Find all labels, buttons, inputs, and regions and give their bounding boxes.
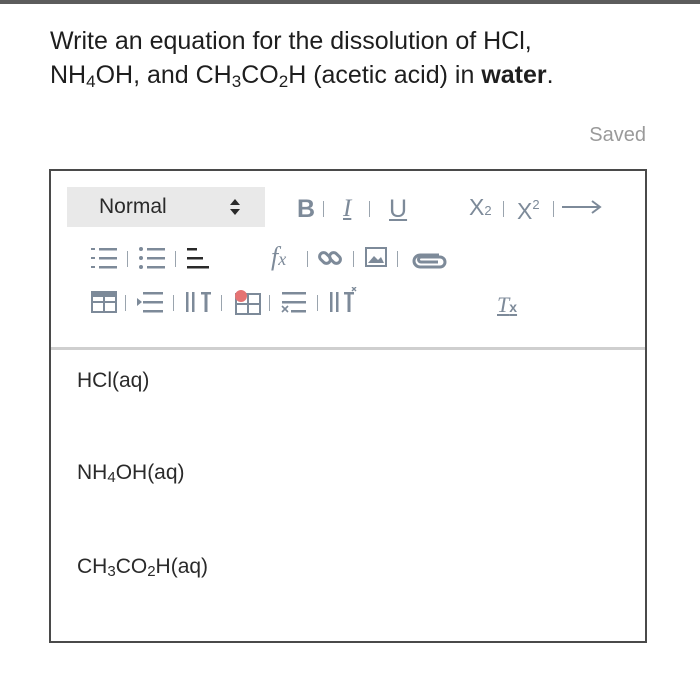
separator xyxy=(175,251,176,267)
delete-column-icon[interactable] xyxy=(329,287,357,313)
insert-table-icon[interactable] xyxy=(91,291,117,313)
delete-table-icon[interactable] xyxy=(233,289,261,315)
attachment-icon[interactable] xyxy=(409,249,447,271)
separator xyxy=(307,251,308,267)
separator xyxy=(173,295,174,311)
separator xyxy=(503,201,504,217)
separator xyxy=(127,251,128,267)
link-icon[interactable] xyxy=(317,245,343,271)
numbered-list-icon[interactable] xyxy=(91,247,119,269)
clear-formatting-icon[interactable]: Tx xyxy=(497,293,517,319)
content-line-hcl: HCl(aq) xyxy=(77,369,150,392)
question-text: Write an equation for the dissolution of… xyxy=(50,27,554,91)
separator xyxy=(221,295,222,311)
image-icon[interactable] xyxy=(365,247,387,267)
editor-toolbar: Normal B I U X2 X2 fx Tx xyxy=(51,171,645,350)
top-rule xyxy=(0,0,700,4)
italic-icon[interactable]: I xyxy=(343,196,351,221)
formula-icon[interactable]: fx xyxy=(271,244,286,271)
separator xyxy=(353,251,354,267)
superscript-icon[interactable]: X2 xyxy=(517,193,540,223)
bullet-list-icon[interactable] xyxy=(139,247,167,269)
separator xyxy=(125,295,126,311)
insert-row-icon[interactable] xyxy=(137,291,165,313)
separator xyxy=(369,201,370,217)
align-icon[interactable] xyxy=(187,247,211,269)
format-select-value: Normal xyxy=(99,195,167,218)
separator xyxy=(397,251,398,267)
bold-icon[interactable]: B xyxy=(297,197,315,222)
rich-text-editor: Normal B I U X2 X2 fx Tx HCl(aq) NH4OH(a… xyxy=(49,169,647,643)
content-line-nh4oh: NH4OH(aq) xyxy=(77,461,185,486)
select-arrows-icon xyxy=(229,197,241,217)
underline-icon[interactable]: U xyxy=(389,197,407,222)
format-select[interactable]: Normal xyxy=(67,187,265,227)
separator xyxy=(269,295,270,311)
insert-column-icon[interactable] xyxy=(185,291,213,313)
separator xyxy=(323,201,324,217)
content-line-acetic: CH3CO2H(aq) xyxy=(77,555,209,580)
separator xyxy=(317,295,318,311)
separator xyxy=(553,201,554,217)
arrow-icon[interactable] xyxy=(561,199,603,215)
subscript-icon[interactable]: X2 xyxy=(469,195,492,223)
delete-row-icon[interactable] xyxy=(281,291,309,313)
saved-status: Saved xyxy=(589,124,646,146)
